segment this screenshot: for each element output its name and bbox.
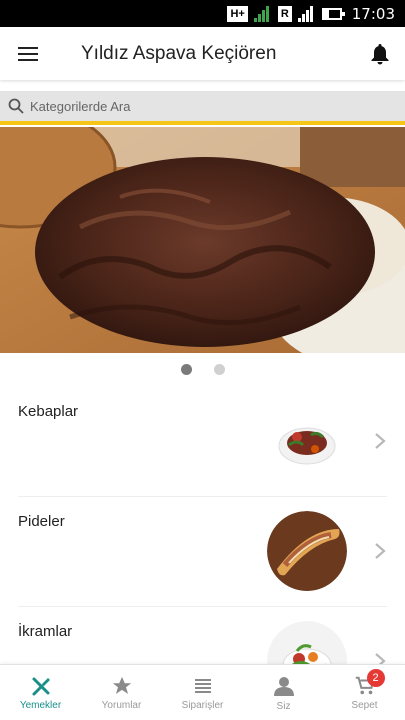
nav-yorumlar[interactable]: Yorumlar — [81, 665, 162, 720]
category-label: Kebaplar — [18, 403, 79, 420]
fork-knife-icon — [32, 677, 50, 695]
app-bar: Yıldız Aspava Keçiören — [0, 27, 405, 80]
notifications-button[interactable] — [355, 27, 405, 80]
network-type-1: H+ — [227, 5, 248, 22]
cart-count-badge: 2 — [366, 669, 385, 687]
nav-label: Siz — [276, 700, 291, 712]
hamburger-icon — [18, 46, 38, 61]
bell-icon — [371, 43, 389, 64]
list-icon — [194, 678, 211, 693]
clock: 17:03 — [351, 4, 395, 23]
nav-label: Siparişler — [181, 699, 224, 711]
menu-button[interactable] — [0, 27, 56, 80]
nav-label: Sepet — [351, 699, 378, 711]
person-icon — [273, 676, 294, 696]
carousel-indicator — [0, 364, 405, 375]
doner-photo — [0, 127, 405, 353]
category-label: Pideler — [18, 513, 65, 530]
search-bar — [0, 91, 405, 125]
nav-siz[interactable]: Siz — [243, 665, 324, 720]
chevron-right-icon — [375, 433, 386, 449]
search-input[interactable] — [30, 98, 370, 114]
chevron-right-icon — [375, 543, 386, 559]
carousel-dot-2[interactable] — [213, 364, 225, 375]
category-item-kebaplar[interactable]: Kebaplar — [18, 387, 387, 497]
bottom-navigation: Yemekler Yorumlar Siparişler Siz 2 Sepet — [0, 664, 405, 720]
kebab-plate-image — [267, 401, 347, 481]
nav-yemekler[interactable]: Yemekler — [0, 665, 81, 720]
nav-sepet[interactable]: 2 Sepet — [324, 665, 405, 720]
category-item-pideler[interactable]: Pideler — [18, 497, 387, 607]
carousel-dot-1[interactable] — [180, 364, 192, 375]
pide-image — [267, 511, 347, 591]
network-type-2: R — [277, 5, 292, 22]
search-icon — [8, 98, 24, 114]
status-bar: H+ R 17:03 — [0, 0, 405, 27]
nav-label: Yorumlar — [101, 699, 142, 711]
nav-label: Yemekler — [19, 699, 62, 711]
battery-icon — [321, 7, 345, 20]
nav-siparisler[interactable]: Siparişler — [162, 665, 243, 720]
banner-image[interactable] — [0, 127, 405, 353]
category-label: İkramlar — [18, 623, 73, 640]
page-title: Yıldız Aspava Keçiören — [81, 42, 277, 64]
signal-icon-1 — [253, 5, 272, 22]
signal-icon-2 — [297, 5, 316, 22]
star-icon — [112, 676, 131, 694]
